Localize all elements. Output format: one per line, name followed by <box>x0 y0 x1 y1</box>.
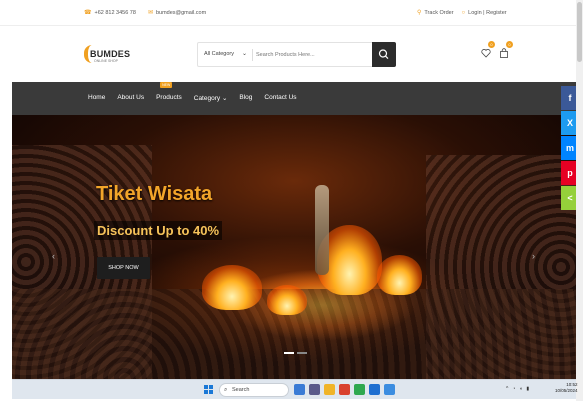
user-icon: ○ <box>461 9 466 16</box>
taskbar-search[interactable]: ⌕ Search <box>219 383 289 397</box>
nav-item-products[interactable]: NEW Products <box>156 82 182 102</box>
shopping-bag-icon <box>500 48 508 58</box>
logo-name: BUMDES <box>90 49 131 59</box>
slider-prev-icon[interactable]: ‹ <box>52 251 55 261</box>
nav-label: Products <box>156 94 182 101</box>
hero-slider: Tiket Wisata Discount Up to 40% SHOP NOW… <box>12 115 576 379</box>
app-icon[interactable] <box>309 384 320 395</box>
site-header: BUMDES ONLINE SHOP All Category ⌄ 0 0 <box>0 27 576 81</box>
browser-icon[interactable] <box>384 384 395 395</box>
whatsapp-icon[interactable] <box>354 384 365 395</box>
app-icon[interactable] <box>294 384 305 395</box>
chevron-up-icon[interactable]: ^ <box>506 386 508 392</box>
hero-image-fire <box>267 285 307 315</box>
nav-item-home[interactable]: Home <box>88 94 105 102</box>
login-register-link[interactable]: ○ Login | Register <box>462 10 507 16</box>
email-contact[interactable]: ✉ bumdes@gmail.com <box>147 9 207 17</box>
search-icon: ⌕ <box>224 387 228 393</box>
nav-label: Contact Us <box>264 94 297 101</box>
chevron-down-icon[interactable]: ⌄ <box>242 50 247 57</box>
shop-now-button[interactable]: SHOP NOW <box>97 257 150 279</box>
chevron-down-icon: ⌄ <box>221 95 228 102</box>
nav-label: Blog <box>239 94 253 101</box>
location-pin-icon: ⚲ <box>417 10 422 16</box>
search-input[interactable] <box>256 47 366 62</box>
logo-tagline: ONLINE SHOP <box>94 59 118 63</box>
vertical-scrollbar[interactable] <box>576 0 583 401</box>
windows-start-icon[interactable] <box>204 385 213 394</box>
nav-label: Category <box>193 95 221 102</box>
slider-dot[interactable] <box>284 352 294 354</box>
slider-next-icon[interactable]: › <box>532 251 535 261</box>
hero-image-fire <box>202 265 262 310</box>
pinterest-icon: p <box>567 168 573 178</box>
system-tray[interactable]: ^ ◔ ◖ ▮ <box>506 386 529 392</box>
share-icon: < <box>567 193 573 203</box>
search-bar: All Category ⌄ <box>197 42 396 67</box>
search-icon <box>378 49 389 60</box>
email-address: bumdes@gmail.com <box>155 9 207 16</box>
heart-icon <box>481 49 491 58</box>
messenger-icon: m <box>565 143 574 153</box>
phone-number: +62 812 3456 78 <box>94 9 136 16</box>
app-icon[interactable] <box>339 384 350 395</box>
facebook-icon: f <box>568 93 572 103</box>
clock-date: 10/05/2024 <box>555 388 578 393</box>
search-button[interactable] <box>372 42 396 67</box>
cart-button[interactable]: 0 <box>499 41 513 58</box>
phone-contact[interactable]: ☎ +62 812 3456 78 <box>84 9 136 17</box>
mail-icon: ✉ <box>147 10 153 16</box>
scrollbar-thumb[interactable] <box>577 2 582 62</box>
wifi-icon[interactable]: ◔ <box>512 386 515 392</box>
track-order-label: Track Order <box>424 9 454 16</box>
taskbar-search-label: Search <box>232 387 250 393</box>
folder-icon[interactable] <box>324 384 335 395</box>
nav-label: Home <box>88 94 106 101</box>
volume-icon[interactable]: ◖ <box>519 386 522 392</box>
header-icons: 0 0 <box>481 41 521 61</box>
battery-icon[interactable]: ▮ <box>526 386 529 392</box>
taskbar-clock[interactable]: 10:52 10/05/2024 <box>555 382 578 394</box>
hero-title: Tiket Wisata <box>96 183 213 205</box>
wishlist-button[interactable]: 0 <box>481 41 495 58</box>
slider-dots <box>284 352 307 354</box>
search-divider <box>252 49 253 61</box>
hero-image-dancer <box>315 185 329 275</box>
track-order-link[interactable]: ⚲ Track Order <box>417 9 454 17</box>
category-select[interactable]: All Category <box>204 51 234 57</box>
os-taskbar: ⌕ Search ^ ◔ ◖ ▮ 10:52 10/05/2024 <box>12 379 578 399</box>
nav-item-contact-us[interactable]: Contact Us <box>264 94 296 102</box>
wishlist-count: 0 <box>488 41 495 48</box>
nav-item-blog[interactable]: Blog <box>239 94 252 102</box>
login-register-label: Login | Register <box>468 9 507 16</box>
cart-count: 0 <box>506 41 513 48</box>
hero-subtitle: Discount Up to 40% <box>94 221 223 240</box>
nav-item-category[interactable]: Category ⌄ <box>194 94 228 102</box>
hero-image-fire <box>377 255 422 295</box>
site-logo[interactable]: BUMDES ONLINE SHOP <box>84 45 134 67</box>
x-icon: X <box>566 118 573 128</box>
taskbar-apps <box>294 384 395 395</box>
app-icon[interactable] <box>369 384 380 395</box>
top-bar: ☎ +62 812 3456 78 ✉ bumdes@gmail.com ⚲ T… <box>0 0 576 26</box>
main-nav: Home About Us NEW Products Category ⌄ Bl… <box>12 82 576 115</box>
nav-label: About Us <box>117 94 145 101</box>
slider-dot[interactable] <box>297 352 307 354</box>
nav-item-about-us[interactable]: About Us <box>117 94 144 102</box>
new-badge: NEW <box>160 82 173 88</box>
headset-icon: ☎ <box>84 10 92 16</box>
